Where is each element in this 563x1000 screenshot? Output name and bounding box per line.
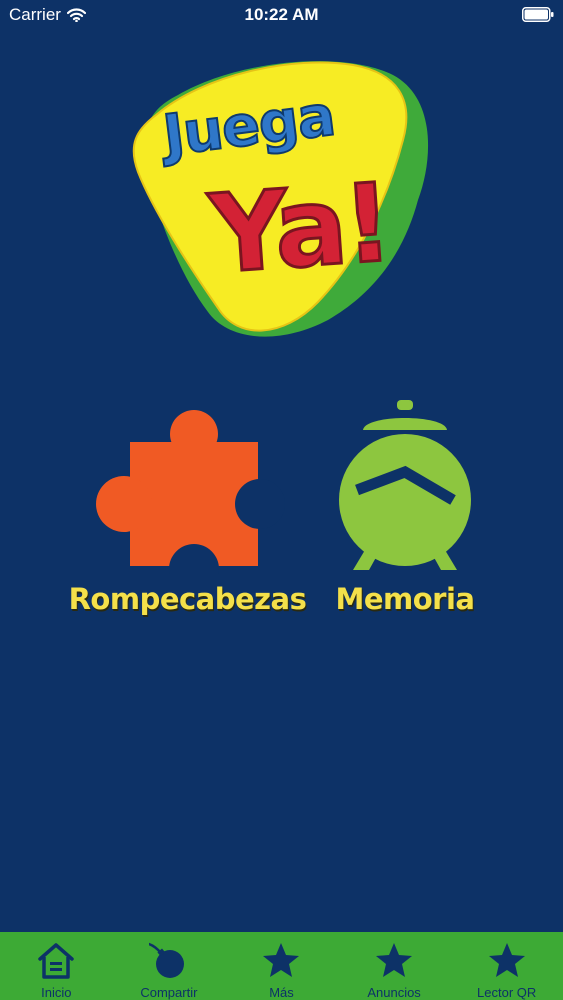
memory-game-button[interactable]: Memoria xyxy=(325,400,485,625)
tab-label-anuncios: Anuncios xyxy=(367,985,421,1000)
alarm-clock-icon xyxy=(339,400,471,570)
puzzle-piece-icon xyxy=(96,410,285,574)
logo-word-ya: Ya! xyxy=(204,161,393,298)
tab-compartir[interactable]: Compartir xyxy=(113,932,226,1000)
battery-icon xyxy=(522,7,554,22)
star-icon xyxy=(376,943,413,977)
star-icon xyxy=(263,943,300,977)
tab-inicio[interactable]: Inicio xyxy=(0,932,113,1000)
tab-anuncios[interactable]: Anuncios xyxy=(338,932,451,1000)
tab-label-compartir: Compartir xyxy=(140,985,198,1000)
tab-bar: Inicio Compartir Más Anuncios Lector QR xyxy=(0,932,563,1000)
tab-label-inicio: Inicio xyxy=(41,985,72,1000)
tab-lector-qr[interactable]: Lector QR xyxy=(450,932,563,1000)
tab-label-mas: Más xyxy=(269,985,294,1000)
memory-game-label: Memoria xyxy=(335,582,475,616)
puzzle-game-label: Rompecabezas xyxy=(68,582,307,616)
bomb-icon xyxy=(148,942,184,978)
tab-mas[interactable]: Más xyxy=(225,932,338,1000)
status-time: 10:22 AM xyxy=(244,5,319,24)
puzzle-game-button[interactable]: Rompecabezas xyxy=(60,400,315,625)
home-icon xyxy=(38,943,75,979)
star-icon xyxy=(488,943,525,977)
tab-label-lector-qr: Lector QR xyxy=(477,985,537,1000)
status-bar: Carrier 10:22 AM xyxy=(0,0,563,30)
juega-ya-logo: Juega Ya! xyxy=(132,61,429,337)
